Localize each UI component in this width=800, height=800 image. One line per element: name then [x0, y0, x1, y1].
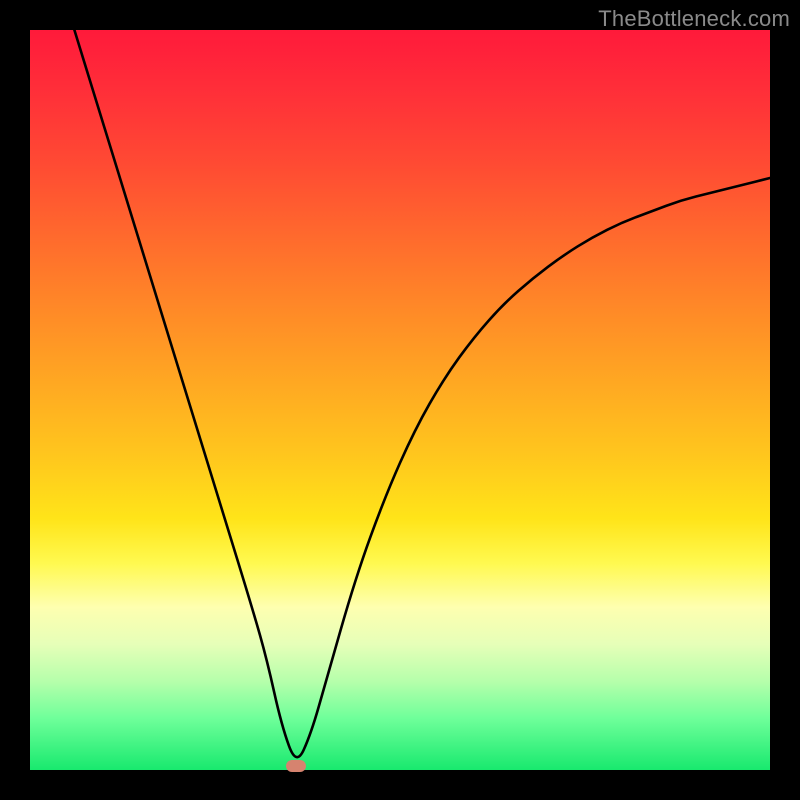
chart-frame: TheBottleneck.com [0, 0, 800, 800]
bottleneck-curve [30, 30, 770, 770]
plot-area [30, 30, 770, 770]
min-marker [286, 760, 306, 772]
attribution-label: TheBottleneck.com [598, 6, 790, 32]
